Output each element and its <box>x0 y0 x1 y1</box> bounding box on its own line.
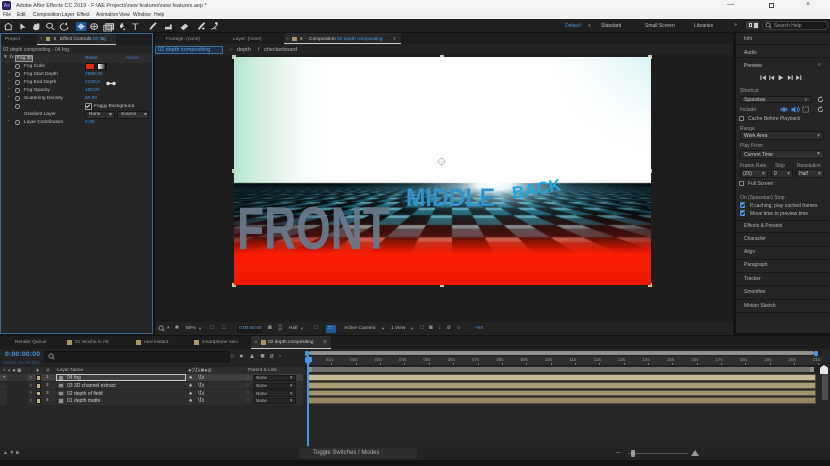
svg-text:T: T <box>132 22 139 31</box>
